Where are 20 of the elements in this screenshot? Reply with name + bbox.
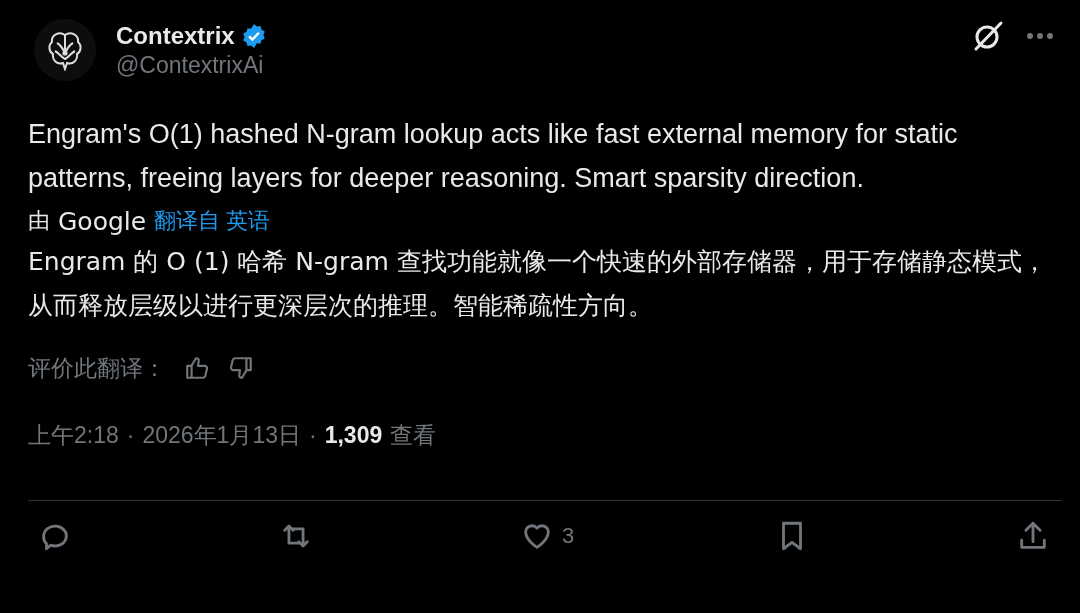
thumbs-down-icon[interactable] <box>228 355 254 381</box>
brain-icon <box>47 29 83 71</box>
author-name[interactable]: Contextrix <box>116 21 235 50</box>
translated-from-link[interactable]: 翻译自 英语 <box>154 206 271 236</box>
translator-name: Google <box>58 206 147 236</box>
separator-dot: · <box>309 421 317 449</box>
translated-by-label: 由 <box>28 207 50 235</box>
translated-text: Engram 的 O (1) 哈希 N-gram 查找功能就像一个快速的外部存储器，用于存储静态模式，从而释放层级以进行更深层次的推理。智能稀疏性方向。 <box>28 246 1048 322</box>
separator-dot: · <box>126 421 135 449</box>
like-count: 3 <box>561 523 575 549</box>
view-count: 1,309 <box>324 421 383 449</box>
more-icon[interactable] <box>1026 32 1054 40</box>
rate-translation-label: 评价此翻译： <box>28 353 166 383</box>
post-date[interactable]: 2026年1月13日 <box>142 419 301 451</box>
post-time[interactable]: 上午2:18 <box>28 419 119 451</box>
author-handle[interactable]: @ContextrixAi <box>116 51 267 79</box>
post-text: Engram's O(1) hashed N-gram lookup acts like fast external memory for static patterns, freeing layers for deeper reasoning. Smart sparsity direction. <box>28 118 959 195</box>
grok-icon[interactable] <box>972 20 1004 52</box>
views-label: 查看 <box>390 420 437 450</box>
thumbs-up-icon[interactable] <box>184 355 210 381</box>
